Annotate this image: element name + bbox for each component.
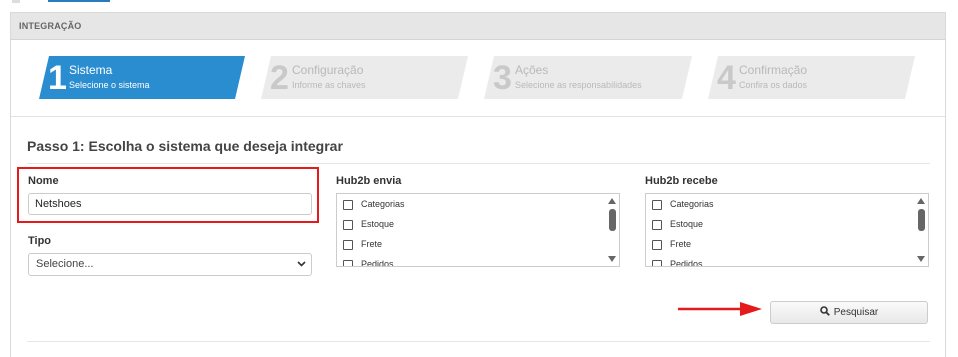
nome-label: Nome [28,175,59,187]
checkbox[interactable] [652,220,662,230]
top-strip [0,0,958,12]
list-item[interactable]: Frete [337,234,619,254]
option-label: Frete [670,239,692,249]
list-item[interactable]: Categorias [646,194,928,214]
checkbox[interactable] [343,220,353,230]
wizard-step-2[interactable]: 2 Configuração Informe as chaves [261,56,468,99]
title-divider [27,163,930,164]
step-3-subtitle: Selecione as responsabilidades [515,80,642,90]
option-label: Pedidos [670,259,703,267]
option-label: Categorias [670,199,714,209]
envia-listbox[interactable]: Categorias Estoque Frete Pedidos [336,193,620,267]
scroll-thumb[interactable] [609,209,616,231]
step-1-number: 1 [48,59,67,97]
envia-label: Hub2b envia [336,175,402,187]
scroll-up-icon[interactable] [608,198,616,204]
tipo-label: Tipo [28,235,52,247]
checkbox[interactable] [652,260,662,266]
checkbox[interactable] [343,240,353,250]
list-item[interactable]: Pedidos [646,254,928,267]
step-4-number: 4 [717,59,736,97]
scroll-down-icon[interactable] [608,256,616,262]
wizard-step-1[interactable]: 1 Sistema Selecione o sistema [39,56,245,99]
checkbox[interactable] [652,200,662,210]
list-item[interactable]: Categorias [337,194,619,214]
checkbox[interactable] [652,240,662,250]
step-3-title: Ações [515,63,549,77]
chevron-down-icon [297,261,306,267]
wizard-steps: 1 Sistema Selecione o sistema 2 Configur… [11,40,945,117]
wizard-step-4[interactable]: 4 Confirmação Confira os dados [708,56,915,99]
tipo-select[interactable]: Selecione... [28,253,312,276]
step-4-title: Confirmação [739,63,808,77]
scroll-thumb[interactable] [918,209,925,231]
option-label: Estoque [670,219,704,229]
checkbox[interactable] [343,200,353,210]
option-label: Categorias [361,199,405,209]
list-item[interactable]: Pedidos [337,254,619,267]
step-1-title: Sistema [69,63,113,77]
step-4-subtitle: Confira os dados [739,80,808,90]
step-1-subtitle: Selecione o sistema [69,80,150,90]
option-label: Pedidos [361,259,394,267]
option-label: Estoque [361,219,395,229]
step-3-number: 3 [493,59,512,97]
scrollbar[interactable] [605,194,619,266]
list-item[interactable]: Estoque [337,214,619,234]
step-2-number: 2 [270,59,289,97]
bottom-divider [27,341,930,342]
tab-stub [12,0,20,3]
checkbox[interactable] [343,260,353,266]
list-item[interactable]: Frete [646,234,928,254]
recebe-label: Hub2b recebe [645,175,718,187]
tipo-select-value: Selecione... [36,258,94,270]
panel-header: INTEGRAÇÃO [11,13,945,40]
step-2-title: Configuração [292,63,364,77]
step-2-subtitle: Informe as chaves [292,80,366,90]
search-button-label: Pesquisar [833,307,879,318]
scrollbar[interactable] [914,194,928,266]
page-title: Passo 1: Escolha o sistema que deseja in… [27,138,343,154]
scroll-down-icon[interactable] [917,256,925,262]
search-button[interactable]: Pesquisar [770,301,928,324]
nome-input[interactable]: Netshoes [28,193,312,215]
wizard-step-3[interactable]: 3 Ações Selecione as responsabilidades [484,56,692,99]
scroll-up-icon[interactable] [917,198,925,204]
search-icon [819,306,830,317]
recebe-listbox[interactable]: Categorias Estoque Frete Pedidos [645,193,929,267]
annotation-arrow [678,302,762,316]
option-label: Frete [361,239,383,249]
list-item[interactable]: Estoque [646,214,928,234]
active-tab-underline [48,0,110,2]
